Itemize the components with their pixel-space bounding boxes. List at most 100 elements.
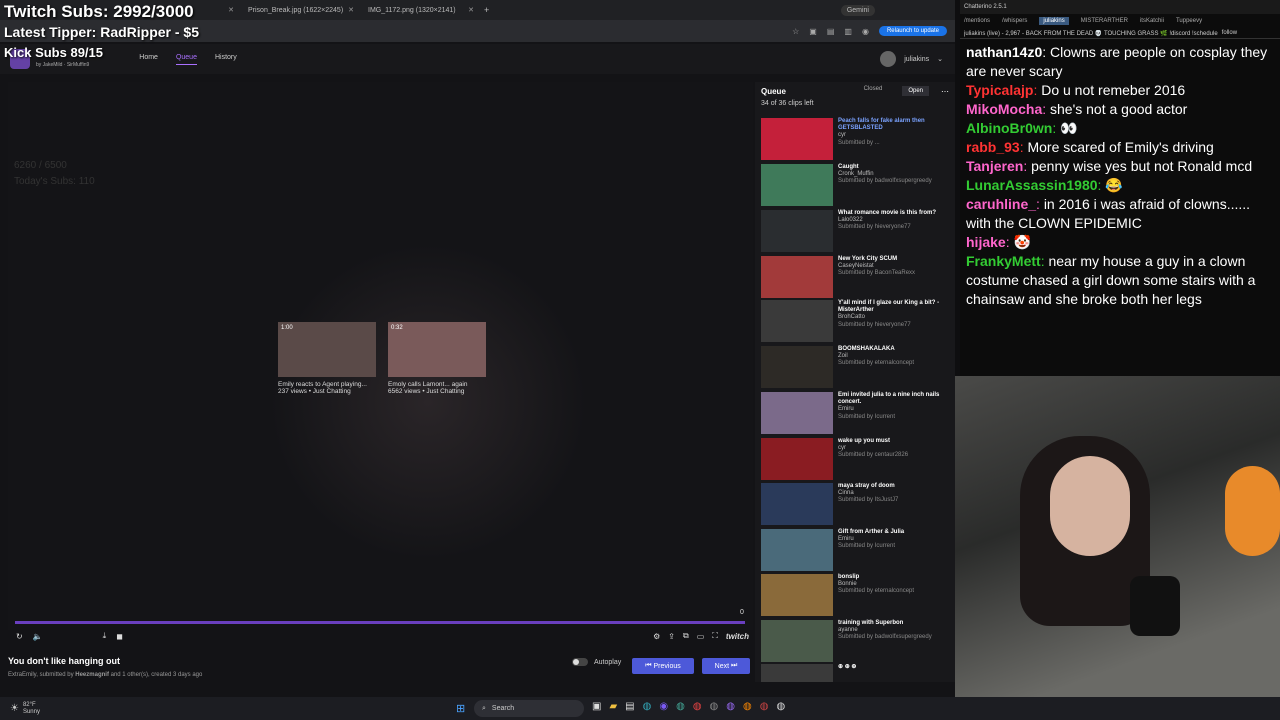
share-icon[interactable]: ⇪ xyxy=(668,632,675,641)
queue-item-title[interactable]: Caught xyxy=(838,164,932,171)
queue-item-title[interactable]: bonslip xyxy=(838,574,914,581)
pip-icon[interactable]: ▭ xyxy=(697,632,705,641)
settings-icon[interactable]: ⚙ xyxy=(653,632,660,641)
clip-channel[interactable]: ExtraEmily xyxy=(8,672,36,678)
discord-icon[interactable]: ◉ xyxy=(659,701,668,712)
close-icon[interactable]: ✕ xyxy=(468,6,474,14)
queue-thumbnail[interactable] xyxy=(761,529,833,571)
queue-thumbnail[interactable] xyxy=(761,300,833,342)
chat-username[interactable]: hijake xyxy=(966,234,1006,250)
queue-item[interactable]: bonslip Bonnie Submitted by eternalconcept xyxy=(761,574,949,618)
queue-thumbnail[interactable] xyxy=(761,210,833,252)
browser-tab-prison-break[interactable]: Prison_Break.jpg (1622×2245) ✕ xyxy=(240,0,360,20)
fullscreen-icon[interactable]: ⛶ xyxy=(712,631,718,641)
queue-thumbnail[interactable] xyxy=(761,620,833,662)
queue-item[interactable]: ⊕ ⊕ ⊕ xyxy=(761,664,949,682)
extension-icon[interactable]: ▣ xyxy=(809,27,817,36)
queue-item-title[interactable]: training with Superbon xyxy=(838,620,932,627)
chat-tab-tuppeevy[interactable]: Tuppeevy xyxy=(1176,18,1202,24)
queue-item-title[interactable]: New York City SCUM xyxy=(838,256,915,263)
chat-username[interactable]: Tanjeren xyxy=(966,158,1023,174)
firefox-icon[interactable]: ◍ xyxy=(743,701,752,712)
file-explorer-icon[interactable]: ▰ xyxy=(609,701,617,712)
new-tab-icon[interactable]: + xyxy=(484,5,489,15)
queue-thumbnail[interactable] xyxy=(761,392,833,434)
chat-username[interactable]: nathan14z0 xyxy=(966,44,1042,60)
mute-icon[interactable]: ◼ xyxy=(116,632,123,641)
queue-item[interactable]: training with Superbon ayanne Submitted by… xyxy=(761,620,949,664)
queue-item[interactable]: Caught Cronk_Muffin Submitted by badwolfxs… xyxy=(761,164,949,208)
queue-thumbnail[interactable] xyxy=(761,483,833,525)
extension-icon[interactable]: ▤ xyxy=(827,27,835,36)
nav-home[interactable]: Home xyxy=(139,54,158,65)
replay-icon[interactable]: ↻ xyxy=(16,632,23,641)
obs-icon[interactable]: ◍ xyxy=(776,701,785,712)
nav-history[interactable]: History xyxy=(215,54,237,65)
queue-item[interactable]: What romance movie is this from? Lalo0322… xyxy=(761,210,949,254)
tab-closed[interactable]: Closed xyxy=(864,86,883,96)
browser-icon[interactable]: ◍ xyxy=(676,701,685,712)
queue-item-title[interactable]: wake up you must xyxy=(838,438,908,445)
chat-tab-mentions[interactable]: /mentions xyxy=(964,18,990,24)
chat-tab-juliakins[interactable]: juliakins xyxy=(1039,17,1069,25)
tab-open[interactable]: Open xyxy=(902,86,929,96)
queue-item[interactable]: BOOMSHAKALAKA Zoil Submitted by eternalcon… xyxy=(761,346,949,390)
clip-icon[interactable]: ⧉ xyxy=(683,631,689,641)
related-clip[interactable]: 1:00 Emily reacts to Agent playing... 23… xyxy=(278,322,376,395)
follow-button[interactable]: follow xyxy=(1222,30,1237,36)
queue-thumbnail[interactable] xyxy=(761,664,833,682)
chat-username[interactable]: rabb_93 xyxy=(966,139,1020,155)
chat-tab-itskatchii[interactable]: itsKatchii xyxy=(1140,18,1164,24)
nav-queue[interactable]: Queue xyxy=(175,54,197,65)
chat-username[interactable]: caruhline_ xyxy=(966,196,1036,212)
clip-submitter[interactable]: Heezmagnif xyxy=(75,672,109,678)
queue-item[interactable]: Gift from Arther & Julia Emiru Submitted b… xyxy=(761,529,949,573)
chat-username[interactable]: Typicalajp xyxy=(966,82,1033,98)
queue-thumbnail[interactable] xyxy=(761,256,833,298)
browser-tab-img[interactable]: IMG_1172.png (1320×2141) ✕ xyxy=(360,0,480,20)
queue-thumbnail[interactable] xyxy=(761,438,833,480)
queue-item-title[interactable]: maya stray of doom xyxy=(838,483,898,490)
more-icon[interactable]: ⋯ xyxy=(941,87,949,96)
chat-username[interactable]: FrankyMett xyxy=(966,253,1041,269)
previous-button[interactable]: ⏮ Previous xyxy=(632,658,694,674)
edge-icon[interactable]: ◍ xyxy=(643,701,652,712)
autoplay-toggle[interactable] xyxy=(572,658,588,666)
queue-item-title[interactable]: BOOMSHAKALAKA xyxy=(838,346,914,353)
chat-username[interactable]: AlbinoBr0wn xyxy=(966,120,1052,136)
next-button[interactable]: Next ⏭ xyxy=(702,658,750,674)
chatterino-icon[interactable]: ◍ xyxy=(726,701,735,712)
extension-icon[interactable]: ▥ xyxy=(844,27,852,36)
queue-item[interactable]: Y'all mind if I glaze our King a bit? - … xyxy=(761,300,949,344)
related-clip[interactable]: 0:32 Emoly calls Lamont... again 6562 vi… xyxy=(388,322,486,395)
queue-item[interactable]: wake up you must cyr Submitted by centaur2… xyxy=(761,438,949,482)
queue-thumbnail[interactable] xyxy=(761,574,833,616)
queue-item-title[interactable]: Gift from Arther & Julia xyxy=(838,529,904,536)
queue-thumbnail[interactable] xyxy=(761,164,833,206)
queue-item-title[interactable]: ⊕ ⊕ ⊕ xyxy=(838,664,856,671)
queue-item[interactable]: New York City SCUM CaseyNeistat Submitted … xyxy=(761,256,949,300)
weather-icon[interactable]: ☀ xyxy=(10,703,19,714)
profile-icon[interactable]: ◉ xyxy=(862,27,869,36)
gemini-button[interactable]: Gemini xyxy=(840,4,875,16)
relaunch-button[interactable]: Relaunch to update xyxy=(878,26,947,36)
chat-username[interactable]: MikoMocha xyxy=(966,101,1042,117)
close-icon[interactable]: ✕ xyxy=(348,6,354,14)
volume-icon[interactable]: 🔈 xyxy=(33,632,43,641)
queue-item[interactable]: Emi invited julia to a nine inch nails c… xyxy=(761,392,949,436)
terminal-icon[interactable]: ▤ xyxy=(625,701,634,712)
queue-item-title[interactable]: Emi invited julia to a nine inch nails c… xyxy=(838,392,949,406)
queue-thumbnail[interactable] xyxy=(761,346,833,388)
chrome-icon[interactable]: ◍ xyxy=(693,701,702,712)
queue-item-title[interactable]: What romance movie is this from? xyxy=(838,210,936,217)
app-icon[interactable]: ◍ xyxy=(710,701,719,712)
start-icon[interactable]: ⊞ xyxy=(456,702,465,715)
star-icon[interactable]: ☆ xyxy=(792,27,799,36)
queue-thumbnail[interactable] xyxy=(761,118,833,160)
download-icon[interactable]: ⤓ xyxy=(103,631,107,641)
queue-item-title[interactable]: Y'all mind if I glaze our King a bit? - … xyxy=(838,300,949,314)
app-icon[interactable]: ◍ xyxy=(760,701,769,712)
close-icon[interactable]: ✕ xyxy=(228,6,234,14)
queue-item[interactable]: maya stray of doom Cinna Submitted by ItsJ… xyxy=(761,483,949,527)
progress-bar[interactable] xyxy=(15,621,745,624)
